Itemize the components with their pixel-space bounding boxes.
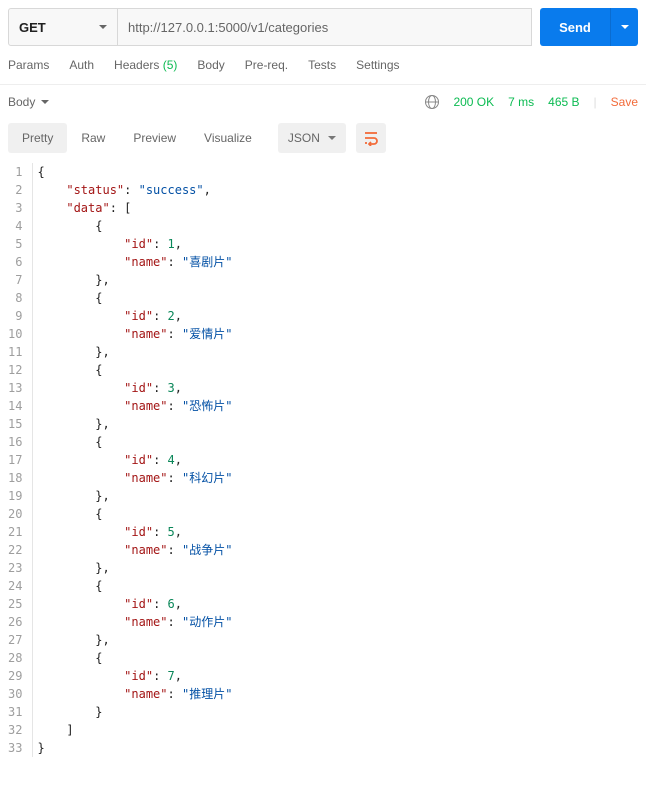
view-tab-raw[interactable]: Raw [67, 123, 119, 153]
tab-auth[interactable]: Auth [69, 58, 94, 72]
response-size: 465 B [548, 95, 579, 109]
response-section-label: Body [8, 95, 35, 109]
chevron-down-icon [328, 136, 336, 140]
code-lines: { "status": "success", "data": [ { "id":… [32, 163, 638, 757]
request-tabs: Params Auth Headers (5) Body Pre-req. Te… [0, 54, 646, 85]
view-tab-pretty[interactable]: Pretty [8, 123, 67, 153]
wrap-lines-button[interactable] [356, 123, 386, 153]
tab-prereq[interactable]: Pre-req. [245, 58, 288, 72]
request-bar: GET http://127.0.0.1:5000/v1/categories … [0, 0, 646, 54]
http-method-label: GET [19, 20, 46, 35]
wrap-icon [363, 130, 379, 146]
tab-settings[interactable]: Settings [356, 58, 399, 72]
status-code: 200 OK [453, 95, 494, 109]
headers-count: (5) [163, 58, 178, 72]
http-method-select[interactable]: GET [8, 8, 118, 46]
tab-headers[interactable]: Headers (5) [114, 58, 177, 72]
line-gutter: 1234567891011121314151617181920212223242… [8, 163, 32, 757]
response-time: 7 ms [508, 95, 534, 109]
format-select[interactable]: JSON [278, 123, 346, 153]
response-section-select[interactable]: Body [8, 95, 49, 109]
url-text: http://127.0.0.1:5000/v1/categories [128, 20, 328, 35]
url-input[interactable]: http://127.0.0.1:5000/v1/categories [118, 8, 532, 46]
save-response-button[interactable]: Save [611, 95, 638, 109]
view-tab-preview[interactable]: Preview [119, 123, 190, 153]
chevron-down-icon [41, 100, 49, 104]
format-label: JSON [288, 131, 320, 145]
network-icon[interactable] [425, 95, 439, 109]
send-dropdown-button[interactable] [610, 8, 638, 46]
tab-params[interactable]: Params [8, 58, 49, 72]
chevron-down-icon [99, 25, 107, 29]
separator: | [594, 95, 597, 109]
response-meta-bar: Body 200 OK 7 ms 465 B | Save [0, 85, 646, 119]
view-tab-visualize[interactable]: Visualize [190, 123, 266, 153]
tab-body[interactable]: Body [197, 58, 224, 72]
send-button[interactable]: Send [540, 8, 610, 46]
response-view-bar: Pretty Raw Preview Visualize JSON [0, 119, 646, 163]
tab-tests[interactable]: Tests [308, 58, 336, 72]
response-body[interactable]: 1234567891011121314151617181920212223242… [0, 163, 646, 757]
chevron-down-icon [621, 25, 629, 29]
